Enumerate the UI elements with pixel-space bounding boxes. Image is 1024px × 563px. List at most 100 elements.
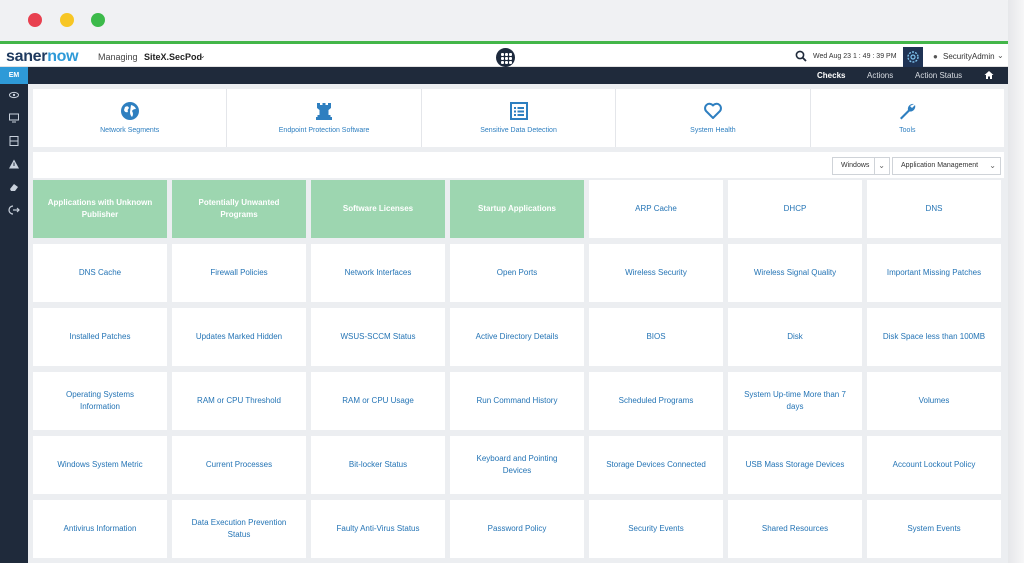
check-tile-label: Updates Marked Hidden bbox=[195, 332, 283, 341]
check-tile[interactable]: Potentially Unwanted Programs bbox=[172, 180, 306, 238]
nav-checks[interactable]: Checks bbox=[817, 71, 845, 80]
check-tile[interactable]: RAM or CPU Usage bbox=[311, 372, 445, 430]
check-tile-label: Active Directory Details bbox=[475, 332, 559, 341]
check-tile[interactable]: Windows System Metric bbox=[33, 436, 167, 494]
user-menu[interactable]: SecurityAdmin bbox=[943, 52, 995, 61]
search-icon[interactable] bbox=[795, 50, 807, 62]
category-tools[interactable]: Tools bbox=[811, 89, 1004, 147]
check-tile-label: Security Events bbox=[628, 524, 684, 533]
check-tile[interactable]: Firewall Policies bbox=[172, 244, 306, 302]
nav-action-status[interactable]: Action Status bbox=[915, 71, 962, 80]
check-tile-label: Volumes bbox=[918, 396, 950, 405]
check-tile-label: System Up-time More than 7 days bbox=[744, 390, 846, 411]
category-label: Network Segments bbox=[100, 127, 160, 134]
home-icon[interactable] bbox=[984, 70, 994, 80]
chevron-down-icon[interactable]: ⌄ bbox=[997, 51, 1004, 60]
check-tile-label: DHCP bbox=[783, 204, 807, 213]
site-selector[interactable]: SiteX.SecPod bbox=[144, 52, 202, 62]
category-sensitive-data[interactable]: Sensitive Data Detection bbox=[422, 89, 617, 147]
check-tile[interactable]: System Up-time More than 7 days bbox=[728, 372, 862, 430]
eye-icon[interactable] bbox=[8, 89, 20, 101]
window-edge bbox=[1008, 0, 1024, 563]
check-tile[interactable]: Bit-locker Status bbox=[311, 436, 445, 494]
check-tile[interactable]: Faulty Anti-Virus Status bbox=[311, 500, 445, 558]
filter-bar: Windows ⌄ Application Management ⌄ bbox=[33, 152, 1004, 178]
maximize-window-button[interactable] bbox=[91, 13, 105, 27]
check-tile[interactable]: Storage Devices Connected bbox=[589, 436, 723, 494]
check-tile[interactable]: Security Events bbox=[589, 500, 723, 558]
check-tile[interactable]: Account Lockout Policy bbox=[867, 436, 1001, 494]
category-select-value: Application Management bbox=[901, 162, 979, 169]
app-window: sanernow Managing SiteX.SecPod ⌄ Wed Aug… bbox=[0, 0, 1024, 563]
managing-label: Managing bbox=[98, 52, 138, 62]
check-tile[interactable]: Updates Marked Hidden bbox=[172, 308, 306, 366]
check-tile[interactable]: DNS Cache bbox=[33, 244, 167, 302]
wrench-icon bbox=[900, 103, 916, 120]
check-tile[interactable]: Installed Patches bbox=[33, 308, 167, 366]
os-select-value: Windows bbox=[841, 162, 870, 169]
window-titlebar bbox=[0, 0, 1014, 44]
check-tile[interactable]: Keyboard and Pointing Devices bbox=[450, 436, 584, 494]
check-tile[interactable]: Important Missing Patches bbox=[867, 244, 1001, 302]
settings-gear-icon[interactable] bbox=[903, 47, 923, 67]
check-tile[interactable]: Password Policy bbox=[450, 500, 584, 558]
warning-icon[interactable] bbox=[8, 158, 20, 170]
check-tile-label: ARP Cache bbox=[635, 204, 677, 213]
user-icon: ● bbox=[933, 52, 938, 61]
check-tile-label: Applications with Unknown Publisher bbox=[47, 198, 153, 219]
check-tile[interactable]: Wireless Signal Quality bbox=[728, 244, 862, 302]
category-system-health[interactable]: System Health bbox=[616, 89, 811, 147]
check-tile[interactable]: Shared Resources bbox=[728, 500, 862, 558]
check-tile[interactable]: DNS bbox=[867, 180, 1001, 238]
app-logo[interactable]: sanernow bbox=[6, 48, 79, 66]
eraser-icon[interactable] bbox=[8, 181, 20, 193]
minimize-window-button[interactable] bbox=[60, 13, 74, 27]
check-tile[interactable]: WSUS-SCCM Status bbox=[311, 308, 445, 366]
category-endpoint-protection[interactable]: Endpoint Protection Software bbox=[227, 89, 422, 147]
check-tile[interactable]: Disk Space less than 100MB bbox=[867, 308, 1001, 366]
check-tile[interactable]: Wireless Security bbox=[589, 244, 723, 302]
category-select[interactable]: Application Management ⌄ bbox=[892, 157, 1001, 175]
check-tile-label: Installed Patches bbox=[69, 332, 131, 341]
check-tile[interactable]: Scheduled Programs bbox=[589, 372, 723, 430]
server-icon[interactable] bbox=[8, 135, 20, 147]
close-window-button[interactable] bbox=[28, 13, 42, 27]
check-tile[interactable]: Current Processes bbox=[172, 436, 306, 494]
chevron-down-icon[interactable]: ⌄ bbox=[199, 51, 206, 60]
check-tile[interactable]: Startup Applications bbox=[450, 180, 584, 238]
check-tile[interactable]: Operating Systems Information bbox=[33, 372, 167, 430]
monitor-icon[interactable] bbox=[8, 112, 20, 124]
check-tile-label: Antivirus Information bbox=[63, 524, 137, 533]
os-select[interactable]: Windows ⌄ bbox=[832, 157, 890, 175]
check-tile-label: Current Processes bbox=[205, 460, 273, 469]
check-tile[interactable]: Software Licenses bbox=[311, 180, 445, 238]
apps-grid-icon[interactable] bbox=[496, 48, 515, 67]
list-icon bbox=[509, 102, 528, 120]
check-tile[interactable]: BIOS bbox=[589, 308, 723, 366]
check-tile[interactable]: Volumes bbox=[867, 372, 1001, 430]
logo-text-saner: saner bbox=[6, 48, 48, 65]
check-tile-label: Scheduled Programs bbox=[618, 396, 694, 405]
check-tile[interactable]: USB Mass Storage Devices bbox=[728, 436, 862, 494]
check-tile[interactable]: Antivirus Information bbox=[33, 500, 167, 558]
logout-icon[interactable] bbox=[8, 204, 20, 216]
module-badge[interactable]: EM bbox=[0, 67, 28, 84]
nav-actions[interactable]: Actions bbox=[867, 71, 893, 80]
check-tile[interactable]: Open Ports bbox=[450, 244, 584, 302]
check-tile-label: Disk bbox=[787, 332, 803, 341]
check-tile-label: Account Lockout Policy bbox=[892, 460, 976, 469]
check-tile[interactable]: Disk bbox=[728, 308, 862, 366]
check-tile[interactable]: Applications with Unknown Publisher bbox=[33, 180, 167, 238]
category-network-segments[interactable]: Network Segments bbox=[33, 89, 228, 147]
check-tile-label: Potentially Unwanted Programs bbox=[198, 198, 280, 219]
category-label: Endpoint Protection Software bbox=[278, 127, 370, 134]
check-tile[interactable]: ARP Cache bbox=[589, 180, 723, 238]
check-tile[interactable]: System Events bbox=[867, 500, 1001, 558]
check-tile[interactable]: DHCP bbox=[728, 180, 862, 238]
check-tile[interactable]: Network Interfaces bbox=[311, 244, 445, 302]
check-tile[interactable]: Active Directory Details bbox=[450, 308, 584, 366]
check-tile[interactable]: Data Execution Prevention Status bbox=[172, 500, 306, 558]
check-tile[interactable]: RAM or CPU Threshold bbox=[172, 372, 306, 430]
check-tile-label: System Events bbox=[907, 524, 961, 533]
check-tile[interactable]: Run Command History bbox=[450, 372, 584, 430]
